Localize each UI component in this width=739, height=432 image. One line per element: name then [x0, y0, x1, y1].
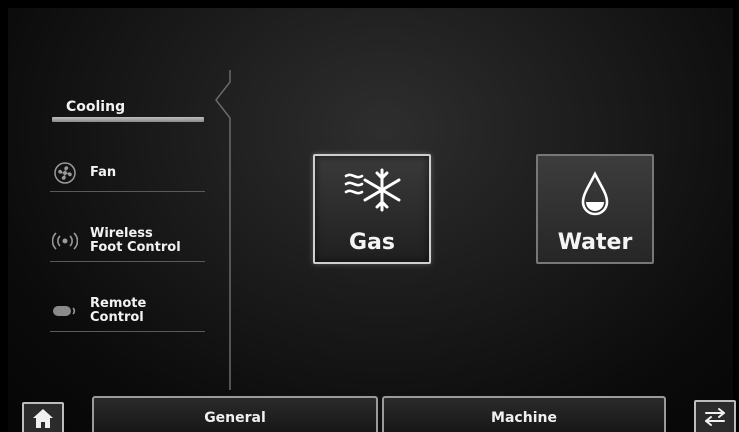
- divider: [50, 261, 205, 262]
- tab-general[interactable]: General: [92, 396, 378, 432]
- water-option-label: Water: [557, 230, 633, 255]
- swap-arrows-icon: [703, 406, 727, 432]
- bezel-left: [0, 0, 8, 432]
- sidebar-separator: [215, 70, 231, 390]
- snowflake-wind-icon: [315, 166, 429, 218]
- sidebar-item-cooling[interactable]: Cooling: [50, 90, 205, 124]
- sidebar-item-label: Wireless Foot Control: [90, 226, 181, 255]
- gas-option-button[interactable]: Gas: [313, 154, 431, 264]
- water-drop-icon: [538, 166, 652, 218]
- sidebar-item-label: Cooling: [66, 99, 126, 115]
- tab-machine[interactable]: Machine: [382, 396, 666, 432]
- active-indicator: [52, 117, 204, 122]
- gas-option-label: Gas: [349, 230, 395, 255]
- swap-button[interactable]: [694, 400, 736, 432]
- tab-label: Machine: [491, 410, 557, 426]
- sidebar-item-label: Remote Control: [90, 296, 147, 325]
- fan-icon: [50, 162, 80, 184]
- sidebar-item-remote-control[interactable]: Remote Control: [50, 290, 205, 332]
- tab-label: General: [204, 410, 266, 426]
- divider: [50, 331, 205, 332]
- sidebar-item-fan[interactable]: Fan: [50, 154, 205, 192]
- wireless-signal-icon: [50, 232, 80, 250]
- screen: Cooling Fan Wireless Foot Control Remote…: [0, 0, 739, 432]
- divider: [50, 191, 205, 192]
- sidebar-item-wireless-foot-control[interactable]: Wireless Foot Control: [50, 220, 205, 262]
- home-button[interactable]: [22, 402, 64, 432]
- bezel-top: [0, 0, 739, 8]
- remote-control-icon: [50, 304, 80, 318]
- home-icon: [31, 407, 55, 432]
- bezel-right: [733, 0, 739, 432]
- sidebar-item-label: Fan: [90, 165, 117, 180]
- water-option-button[interactable]: Water: [536, 154, 654, 264]
